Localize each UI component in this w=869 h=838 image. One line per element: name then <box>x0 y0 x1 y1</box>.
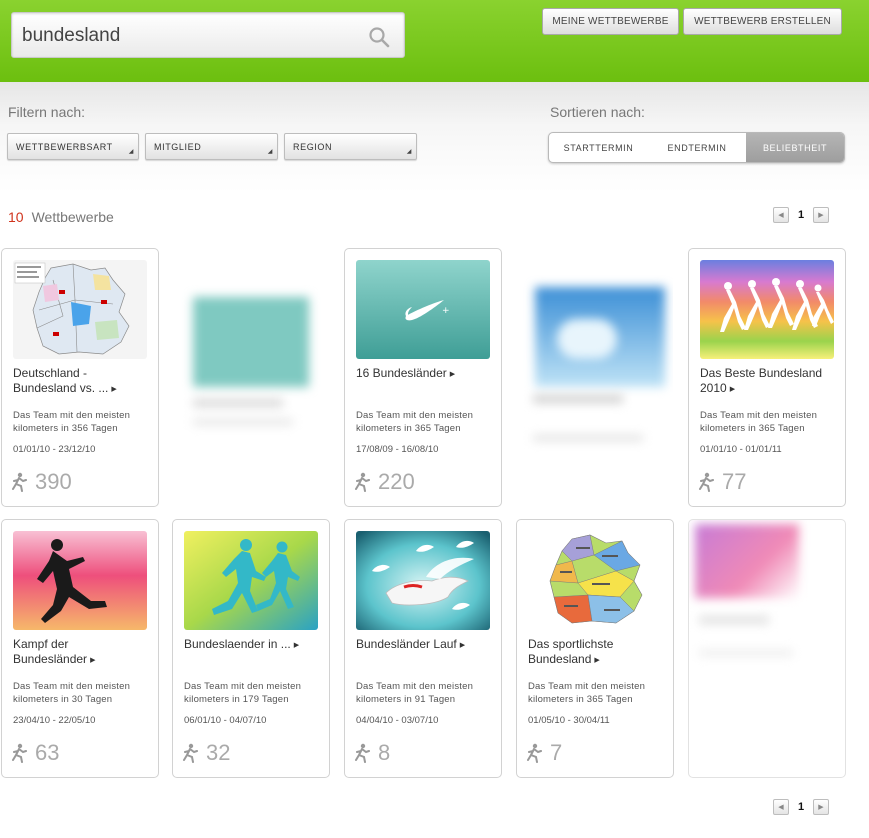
svg-text:+: + <box>442 306 450 316</box>
dropdown-region[interactable]: REGION ◢ <box>284 133 417 160</box>
card-thumbnail <box>528 531 662 630</box>
card-dates: 17/08/09 - 16/08/10 <box>356 444 439 455</box>
search-icon[interactable] <box>368 26 390 48</box>
current-page: 1 <box>797 209 805 221</box>
participant-count: 32 <box>206 740 231 765</box>
card-dates: 04/04/10 - 03/07/10 <box>356 715 439 726</box>
competition-card[interactable]: Bundesländer Lauf ▶ Das Team mit den meis… <box>344 519 502 778</box>
competition-card-loading[interactable] <box>172 248 330 507</box>
card-participants: 7 <box>526 740 562 766</box>
sort-end-date[interactable]: ENDTERMIN <box>648 133 746 162</box>
participant-count: 220 <box>378 469 415 494</box>
card-participants: 32 <box>182 740 230 766</box>
card-thumbnail <box>356 531 490 630</box>
runner-icon <box>527 743 542 763</box>
create-competition-button[interactable]: WETTBEWERB ERSTELLEN <box>683 8 842 35</box>
dropdown-arrow-icon: ◢ <box>406 149 412 155</box>
card-description: Das Team mit den meisten kilometers in 3… <box>13 681 131 705</box>
runner-icon <box>699 472 714 492</box>
card-description: Das Team mit den meisten kilometers in 3… <box>528 681 646 705</box>
card-participants: 8 <box>354 740 390 766</box>
runner-icon <box>12 472 27 492</box>
chevron-right-icon: ▶ <box>111 386 117 393</box>
chevron-right-icon: ▶ <box>293 642 300 649</box>
participant-count: 77 <box>722 469 747 494</box>
card-description: Das Team mit den meisten kilometers in 9… <box>356 681 474 705</box>
chevron-right-icon: ▶ <box>594 657 600 664</box>
dropdown-arrow-icon: ◢ <box>128 149 134 155</box>
chevron-right-icon: ▶ <box>90 657 96 664</box>
chevron-right-icon: ▶ <box>449 371 456 378</box>
next-page-button[interactable]: ▶ <box>813 207 829 223</box>
card-title: Deutschland - Bundesland vs. ... ▶ <box>13 366 117 395</box>
prev-page-button[interactable]: ◀ <box>773 799 789 815</box>
card-participants: 220 <box>354 469 415 495</box>
sort-popularity[interactable]: BELIEBTHEIT <box>746 133 844 162</box>
competition-card[interactable]: Das sportlichste Bundesland ▶ Das Team mi… <box>516 519 674 778</box>
competition-card[interactable]: Das Beste Bundesland 2010 ▶ Das Team mit … <box>688 248 846 507</box>
card-description: Das Team mit den meisten kilometers in 1… <box>184 681 302 705</box>
search-box[interactable] <box>11 12 405 58</box>
card-thumbnail <box>13 260 147 359</box>
participant-count: 7 <box>550 740 563 765</box>
dropdown-competition-type[interactable]: WETTBEWERBSART ◢ <box>7 133 139 160</box>
card-title: 16 Bundesländer ▶ <box>356 366 456 380</box>
competition-card-loading[interactable] <box>516 248 674 507</box>
sort-start-date[interactable]: STARTTERMIN <box>549 133 648 162</box>
card-title: Das Beste Bundesland 2010 ▶ <box>700 366 823 395</box>
card-title: Bundeslaender in ... ▶ <box>184 637 300 651</box>
card-description: Das Team mit den meisten kilometers in 3… <box>700 410 818 434</box>
results-count-number: 10 <box>8 209 24 225</box>
card-thumbnail <box>13 531 147 630</box>
card-title: Das sportlichste Bundesland ▶ <box>528 637 614 666</box>
runner-icon <box>355 472 370 492</box>
results-count: 10 Wettbewerbe <box>8 209 114 225</box>
card-thumbnail: + <box>356 260 490 359</box>
card-participants: 63 <box>11 740 59 766</box>
card-dates: 01/05/10 - 30/04/11 <box>528 715 610 726</box>
card-dates: 06/01/10 - 04/07/10 <box>184 715 267 726</box>
pagination-bottom: ◀ 1 ▶ <box>773 799 829 815</box>
card-dates: 23/04/10 - 22/05/10 <box>13 715 96 726</box>
prev-page-button[interactable]: ◀ <box>773 207 789 223</box>
card-participants: 77 <box>698 469 746 495</box>
chevron-right-icon: ▶ <box>729 386 736 393</box>
card-participants: 390 <box>11 469 72 495</box>
my-competitions-button[interactable]: MEINE WETTBEWERBE <box>542 8 679 35</box>
competition-card-loading[interactable] <box>688 519 846 778</box>
competition-card[interactable]: Kampf der Bundesländer ▶ Das Team mit den… <box>1 519 159 778</box>
card-title: Kampf der Bundesländer ▶ <box>13 637 96 666</box>
competition-card[interactable]: Deutschland - Bundesland vs. ... ▶ Das Te… <box>1 248 159 507</box>
card-dates: 01/01/10 - 01/01/11 <box>700 444 782 455</box>
participant-count: 8 <box>378 740 391 765</box>
sort-segmented-control: STARTTERMIN ENDTERMIN BELIEBTHEIT <box>548 132 845 163</box>
sort-label: Sortieren nach: <box>550 104 645 120</box>
card-description: Das Team mit den meisten kilometers in 3… <box>13 410 131 434</box>
dropdown-member[interactable]: MITGLIED ◢ <box>145 133 278 160</box>
dropdown-label: REGION <box>293 141 333 152</box>
card-title: Bundesländer Lauf ▶ <box>356 637 466 651</box>
participant-count: 390 <box>35 469 72 494</box>
card-thumbnail <box>184 531 318 630</box>
results-count-label: Wettbewerbe <box>31 209 114 225</box>
dropdown-label: WETTBEWERBSART <box>16 141 113 152</box>
participant-count: 63 <box>35 740 60 765</box>
runner-icon <box>183 743 198 763</box>
runner-icon <box>12 743 27 763</box>
chevron-right-icon: ▶ <box>459 642 466 649</box>
header-bar: MEINE WETTBEWERBE WETTBEWERB ERSTELLEN <box>0 0 869 82</box>
competition-card[interactable]: + 16 Bundesländer ▶ Das Team mit den meis… <box>344 248 502 507</box>
card-thumbnail <box>700 260 834 359</box>
competition-card[interactable]: Bundeslaender in ... ▶ Das Team mit den m… <box>172 519 330 778</box>
dropdown-arrow-icon: ◢ <box>267 149 273 155</box>
dropdown-label: MITGLIED <box>154 141 202 152</box>
card-description: Das Team mit den meisten kilometers in 3… <box>356 410 474 434</box>
runner-icon <box>355 743 370 763</box>
search-input[interactable] <box>22 22 352 50</box>
pagination-top: ◀ 1 ▶ <box>773 207 829 223</box>
next-page-button[interactable]: ▶ <box>813 799 829 815</box>
filter-label: Filtern nach: <box>8 104 86 120</box>
current-page: 1 <box>797 801 805 813</box>
card-dates: 01/01/10 - 23/12/10 <box>13 444 96 455</box>
